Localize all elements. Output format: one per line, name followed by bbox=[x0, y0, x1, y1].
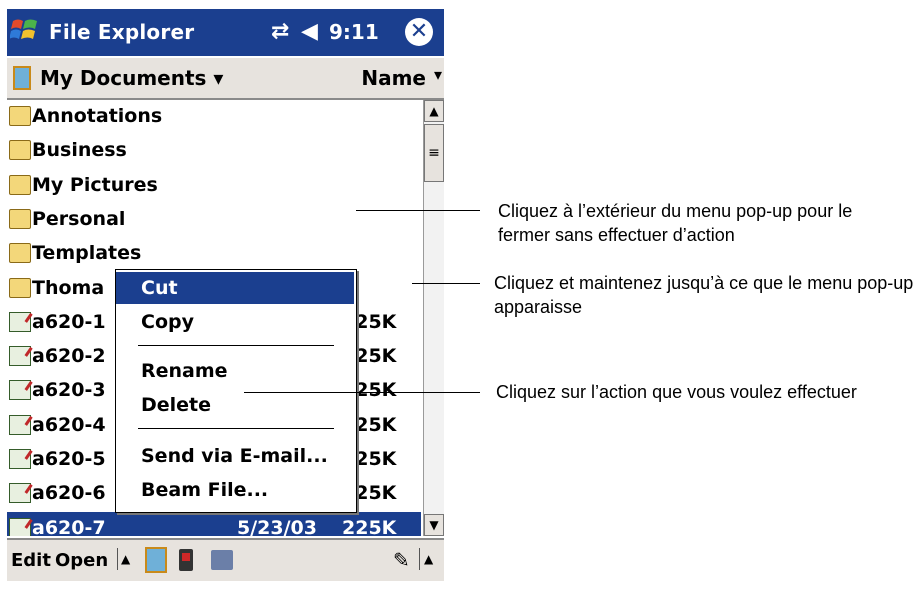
menu-item-rename[interactable]: Rename bbox=[116, 355, 354, 387]
scroll-thumb[interactable]: ≡ bbox=[424, 124, 444, 182]
folder-row[interactable]: Annotations bbox=[7, 100, 421, 134]
menu-item-label: Beam File... bbox=[141, 479, 269, 501]
context-menu: Cut Copy Rename Delete Send via E-mail..… bbox=[115, 269, 357, 513]
item-name: a620-7 bbox=[32, 517, 106, 536]
picture-file-icon bbox=[9, 415, 31, 435]
callout-leader-action bbox=[244, 392, 480, 393]
item-name: My Pictures bbox=[32, 174, 158, 196]
item-name: a620-6 bbox=[32, 482, 106, 504]
menu-up-arrow-icon[interactable]: ▲ bbox=[117, 548, 130, 570]
item-name: a620-4 bbox=[32, 414, 106, 436]
picture-file-icon bbox=[9, 518, 31, 536]
pen-icon[interactable]: ✎ bbox=[393, 548, 410, 572]
input-panel-up-arrow-icon[interactable]: ▲ bbox=[419, 548, 433, 570]
callout-leader-outside bbox=[356, 210, 480, 211]
item-name: a620-2 bbox=[32, 345, 106, 367]
menu-item-beam-file[interactable]: Beam File... bbox=[116, 474, 354, 506]
menu-item-copy[interactable]: Copy bbox=[116, 306, 354, 338]
sort-chevron-down-icon[interactable]: ▾ bbox=[434, 65, 442, 84]
folder-row[interactable]: Business bbox=[7, 134, 421, 168]
close-button[interactable]: ✕ bbox=[405, 18, 433, 46]
folder-icon bbox=[9, 175, 31, 195]
folder-icon bbox=[9, 140, 31, 160]
callout-leader-hold bbox=[412, 283, 480, 284]
sort-dropdown[interactable]: Name bbox=[361, 66, 426, 90]
item-name: a620-1 bbox=[32, 311, 106, 333]
scroll-up-button[interactable]: ▲ bbox=[424, 100, 444, 122]
menu-item-send-email[interactable]: Send via E-mail... bbox=[116, 440, 354, 472]
my-documents-toolbar-icon[interactable] bbox=[145, 547, 167, 573]
menu-item-label: Send via E-mail... bbox=[141, 445, 328, 467]
item-name: a620-3 bbox=[32, 379, 106, 401]
item-name: Annotations bbox=[32, 105, 163, 127]
folder-icon bbox=[9, 106, 31, 126]
connectivity-icon[interactable]: ⇄ bbox=[271, 19, 289, 44]
clock[interactable]: 9:11 bbox=[329, 20, 379, 44]
folder-icon bbox=[9, 243, 31, 263]
picture-file-icon bbox=[9, 312, 31, 332]
picture-file-icon bbox=[9, 483, 31, 503]
item-size: 225K bbox=[342, 517, 397, 536]
menu-item-cut[interactable]: Cut bbox=[116, 272, 354, 304]
menu-separator bbox=[138, 345, 334, 346]
item-name: Templates bbox=[32, 242, 142, 264]
item-name: Business bbox=[32, 139, 127, 161]
storage-card-icon[interactable] bbox=[179, 549, 193, 571]
callout-hold: Cliquez et maintenez jusqu’à ce que le m… bbox=[494, 273, 914, 317]
item-name: a620-5 bbox=[32, 448, 106, 470]
vertical-scrollbar[interactable]: ▲ ≡ ▼ bbox=[423, 100, 444, 536]
location-bar: My Documents ▾ Name ▾ bbox=[7, 58, 444, 100]
windows-start-icon[interactable] bbox=[10, 15, 40, 45]
picture-file-icon bbox=[9, 346, 31, 366]
network-icon[interactable] bbox=[211, 550, 233, 570]
menu-bar: Edit Open ▲ ✎ ▲ bbox=[7, 538, 444, 581]
menu-item-label: Delete bbox=[141, 394, 212, 416]
callout-action: Cliquez sur l’action que vous voulez eff… bbox=[496, 382, 857, 402]
my-documents-icon bbox=[13, 66, 31, 90]
folder-row[interactable]: Personal bbox=[7, 203, 421, 237]
pocketpc-screen: File Explorer ⇄ ◀︎ 9:11 ✕ My Documents ▾… bbox=[7, 9, 444, 581]
picture-file-icon bbox=[9, 449, 31, 469]
menu-item-label: Cut bbox=[141, 277, 178, 299]
folder-icon bbox=[9, 209, 31, 229]
app-title: File Explorer bbox=[49, 20, 195, 44]
folder-row[interactable]: My Pictures bbox=[7, 169, 421, 203]
scroll-down-button[interactable]: ▼ bbox=[424, 514, 444, 536]
item-name: Personal bbox=[32, 208, 126, 230]
open-menu[interactable]: Open bbox=[55, 550, 108, 571]
item-date: 5/23/03 bbox=[237, 517, 317, 536]
edit-menu[interactable]: Edit bbox=[11, 550, 51, 571]
menu-item-label: Rename bbox=[141, 360, 228, 382]
volume-icon[interactable]: ◀︎ bbox=[301, 19, 318, 44]
menu-item-label: Copy bbox=[141, 311, 194, 333]
picture-file-icon bbox=[9, 380, 31, 400]
folder-row[interactable]: Templates bbox=[7, 237, 421, 271]
folder-dropdown[interactable]: My Documents ▾ bbox=[40, 66, 223, 90]
menu-separator bbox=[138, 428, 334, 429]
title-bar: File Explorer ⇄ ◀︎ 9:11 ✕ bbox=[7, 9, 444, 56]
menu-item-delete[interactable]: Delete bbox=[116, 389, 354, 421]
file-row[interactable]: a620-7 5/23/03 225K bbox=[7, 512, 421, 536]
item-name: Thoma bbox=[32, 277, 105, 299]
folder-icon bbox=[9, 278, 31, 298]
callout-outside: Cliquez à l’extérieur du menu pop-up pou… bbox=[498, 201, 853, 245]
